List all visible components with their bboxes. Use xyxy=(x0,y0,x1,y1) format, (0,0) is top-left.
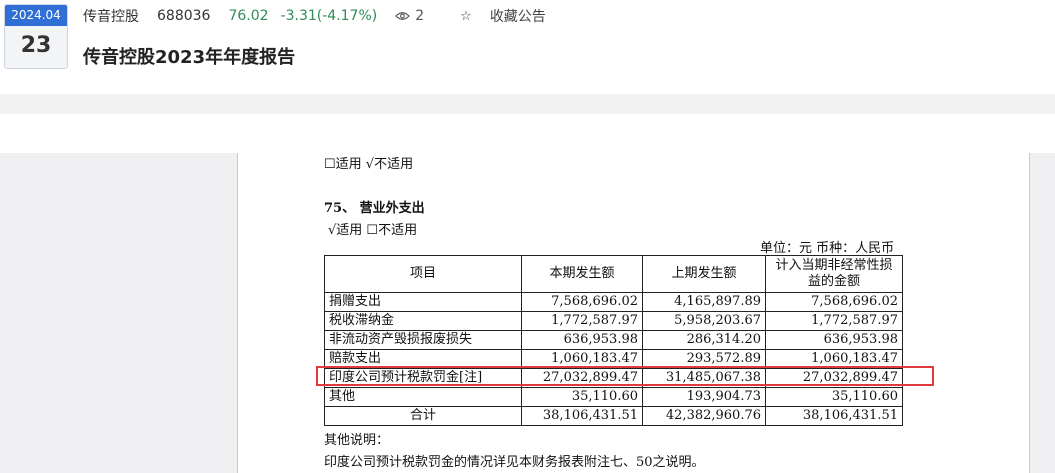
total-nonrecurring: 38,106,431.51 xyxy=(765,406,903,426)
header-nonrecurring: 计入当期非经常性损益的金额 xyxy=(765,255,903,293)
table-row: 税收滞纳金 1,772,587.97 5,958,203.67 1,772,58… xyxy=(324,311,903,331)
date-day: 23 xyxy=(20,33,52,58)
row-nonrecurring: 1,772,587.97 xyxy=(765,311,903,331)
row-previous: 4,165,897.89 xyxy=(642,292,766,312)
expense-table: 项目 本期发生额 上期发生额 计入当期非经常性损益的金额 捐赠支出 7,568,… xyxy=(324,255,903,426)
row-nonrecurring: 7,568,696.02 xyxy=(765,292,903,312)
table-total-row: 合计 38,106,431.51 42,382,960.76 38,106,43… xyxy=(324,406,903,426)
view-count-value: 2 xyxy=(415,8,425,24)
document-page: ☐适用 √不适用 75、 营业外支出 √适用 ☐不适用 单位：元 币种：人民币 … xyxy=(237,153,1030,473)
stock-change: -3.31(-4.17%) xyxy=(280,8,378,24)
row-previous: 193,904.73 xyxy=(642,387,766,407)
row-current: 1,772,587.97 xyxy=(521,311,643,331)
total-label: 合计 xyxy=(324,406,522,426)
note-text: 印度公司预计税款罚金的情况详见本财务报表附注七、50之说明。 xyxy=(324,455,705,470)
row-current: 35,110.60 xyxy=(521,387,643,407)
row-nonrecurring: 35,110.60 xyxy=(765,387,903,407)
header-previous: 上期发生额 xyxy=(642,255,766,293)
table-header-row: 项目 本期发生额 上期发生额 计入当期非经常性损益的金额 xyxy=(324,255,903,293)
document-viewer[interactable]: ☐适用 √不适用 75、 营业外支出 √适用 ☐不适用 单位：元 币种：人民币 … xyxy=(0,153,1055,473)
highlight-box xyxy=(316,366,934,386)
table-row: 捐赠支出 7,568,696.02 4,165,897.89 7,568,696… xyxy=(324,292,903,312)
total-previous: 42,382,960.76 xyxy=(642,406,766,426)
row-current: 7,568,696.02 xyxy=(521,292,643,312)
table-row: 非流动资产毁损报废损失 636,953.98 286,314.20 636,95… xyxy=(324,330,903,350)
row-previous: 286,314.20 xyxy=(642,330,766,350)
prev-applicability: ☐适用 √不适用 xyxy=(324,157,414,172)
stock-price: 76.02 xyxy=(228,8,269,24)
row-item: 其他 xyxy=(324,387,522,407)
star-icon: ☆ xyxy=(460,8,472,24)
other-notes-label: 其他说明： xyxy=(324,433,390,448)
view-count: 2 xyxy=(395,8,442,24)
date-badge: 2024.04 23 xyxy=(4,4,68,69)
row-item: 非流动资产毁损报废损失 xyxy=(324,330,522,350)
date-month: 2024.04 xyxy=(5,5,67,26)
favorite-label: 收藏公告 xyxy=(489,9,546,25)
row-previous: 5,958,203.67 xyxy=(642,311,766,331)
unit-line: 单位：元 币种：人民币 xyxy=(760,241,895,256)
stock-info-row: 传音控股 688036 76.02 -3.31(-4.17%) 2 ☆ 收藏公告 xyxy=(83,6,582,26)
favorite-button[interactable]: ☆ 收藏公告 xyxy=(460,6,564,26)
row-current: 636,953.98 xyxy=(521,330,643,350)
eye-icon xyxy=(395,12,411,20)
header-current: 本期发生额 xyxy=(521,255,643,293)
section-title: 75、 营业外支出 xyxy=(324,201,425,216)
row-item: 捐赠支出 xyxy=(324,292,522,312)
stock-name[interactable]: 传音控股 xyxy=(83,6,139,26)
row-item: 税收滞纳金 xyxy=(324,311,522,331)
stock-code: 688036 xyxy=(157,8,211,24)
header-item: 项目 xyxy=(324,255,522,293)
applicability: √适用 ☐不适用 xyxy=(328,223,418,238)
total-current: 38,106,431.51 xyxy=(521,406,643,426)
table-row: 其他 35,110.60 193,904.73 35,110.60 xyxy=(324,387,903,407)
divider-band xyxy=(0,94,1055,114)
report-title: 传音控股2023年年度报告 xyxy=(83,47,296,68)
row-nonrecurring: 636,953.98 xyxy=(765,330,903,350)
